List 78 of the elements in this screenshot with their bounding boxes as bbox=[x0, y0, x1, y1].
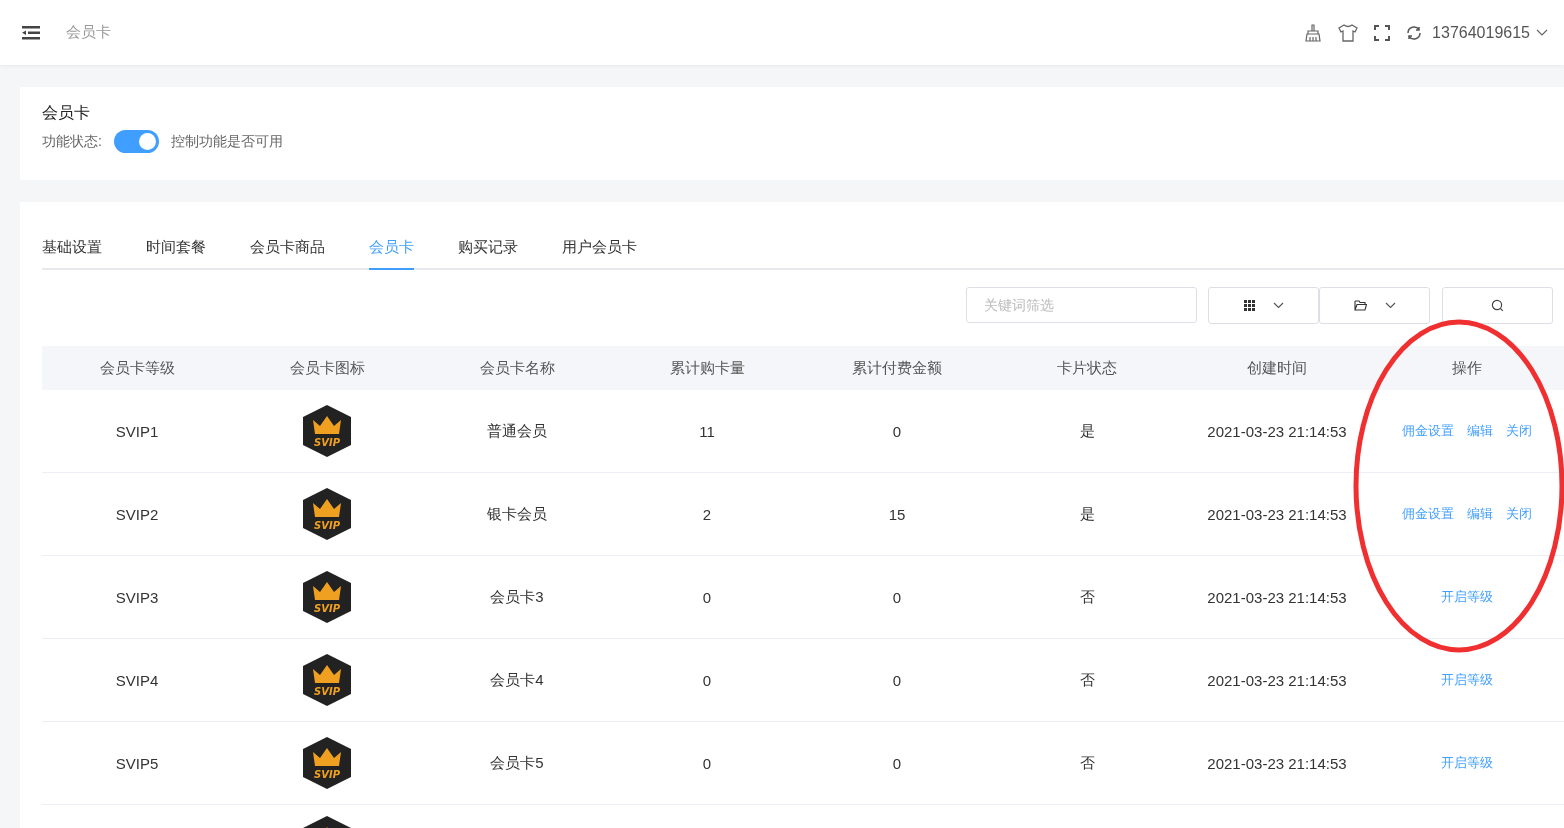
search-field[interactable]: 关键词筛选 bbox=[966, 287, 1197, 323]
table-cell: SVIP5 bbox=[115, 754, 159, 772]
column-header: 卡片状态 bbox=[1056, 358, 1118, 378]
refresh-icon[interactable] bbox=[1406, 24, 1423, 41]
svip-badge-icon: SVIP bbox=[301, 487, 353, 541]
column-header: 会员卡名称 bbox=[478, 358, 556, 378]
svip-badge-icon: SVIP bbox=[301, 570, 353, 624]
svip-badge-icon: SVIP bbox=[301, 736, 353, 790]
table-cell: 0 bbox=[892, 671, 902, 689]
column-header: 会员卡等级 bbox=[98, 358, 176, 378]
table-cell: SVIP4 bbox=[115, 671, 159, 689]
svip-badge-icon: SVIP bbox=[301, 653, 353, 707]
table-cell: 是 bbox=[1079, 421, 1095, 441]
column-header: 累计购卡量 bbox=[668, 358, 746, 378]
table-cell: 0 bbox=[892, 754, 902, 772]
table-cell: 2 bbox=[702, 505, 712, 523]
shirt-icon[interactable] bbox=[1338, 23, 1359, 42]
table-cell: SVIP2 bbox=[115, 505, 159, 523]
column-header: 创建时间 bbox=[1246, 358, 1308, 378]
toggle-switch[interactable] bbox=[113, 130, 159, 153]
grid-dropdown[interactable] bbox=[1208, 287, 1319, 324]
tab[interactable]: 时间套餐 bbox=[146, 238, 206, 270]
table-cell: SVIP3 bbox=[115, 588, 159, 606]
action-link[interactable]: 佣金设置 bbox=[1402, 505, 1454, 523]
table-cell: 11 bbox=[699, 422, 715, 440]
action-link[interactable]: 佣金设置 bbox=[1402, 422, 1454, 440]
table-cell: 15 bbox=[888, 505, 906, 523]
svip-badge-icon: SVIP bbox=[301, 404, 353, 458]
action-link[interactable]: 关闭 bbox=[1506, 422, 1532, 440]
chevron-down-icon[interactable] bbox=[1536, 28, 1548, 37]
table-cell: 0 bbox=[892, 422, 902, 440]
hint-text: 控制功能是否可用 bbox=[170, 132, 283, 151]
table-cell: 会员卡3 bbox=[490, 587, 544, 607]
fullscreen-icon[interactable] bbox=[1374, 24, 1391, 41]
search-button[interactable] bbox=[1442, 287, 1553, 324]
search-icon bbox=[1491, 299, 1504, 312]
grid-icon bbox=[1243, 300, 1255, 311]
column-header: 会员卡图标 bbox=[288, 358, 366, 378]
column-header: 操作 bbox=[1451, 358, 1483, 378]
table-cell: 0 bbox=[892, 588, 902, 606]
field-label: 功能状态: bbox=[42, 132, 102, 151]
table-cell: 2021-03-23 21:14:53 bbox=[1207, 588, 1347, 606]
action-link[interactable]: 开启等级 bbox=[1441, 671, 1493, 689]
column-header: 累计付费金额 bbox=[851, 358, 943, 378]
tab[interactable]: 会员卡 bbox=[369, 238, 414, 270]
action-link[interactable]: 编辑 bbox=[1467, 505, 1493, 523]
tab[interactable]: 基础设置 bbox=[42, 238, 102, 270]
table-cell: 2021-03-23 21:14:53 bbox=[1207, 671, 1347, 689]
action-link[interactable]: 关闭 bbox=[1506, 505, 1532, 523]
tab[interactable]: 用户会员卡 bbox=[562, 238, 637, 270]
table-cell: 否 bbox=[1079, 753, 1095, 773]
action-link[interactable]: 开启等级 bbox=[1441, 754, 1493, 772]
table-cell: 会员卡4 bbox=[490, 670, 544, 690]
table-cell: 会员卡5 bbox=[490, 753, 544, 773]
table-cell: 2021-03-23 21:14:53 bbox=[1207, 422, 1347, 440]
tab[interactable]: 会员卡商品 bbox=[250, 238, 325, 270]
chevron-down-icon bbox=[1272, 302, 1284, 309]
brush-icon[interactable] bbox=[1304, 23, 1323, 42]
table-cell: 否 bbox=[1079, 587, 1095, 607]
table-cell: SVIP1 bbox=[115, 422, 159, 440]
table-cell: 银卡会员 bbox=[487, 504, 547, 524]
account-menu[interactable]: 13764019615 bbox=[1432, 23, 1530, 42]
chevron-down-icon bbox=[1384, 302, 1396, 309]
table-cell: 是 bbox=[1079, 504, 1095, 524]
action-link[interactable]: 开启等级 bbox=[1441, 588, 1493, 606]
breadcrumb[interactable]: 会员卡 bbox=[66, 23, 111, 42]
menu-icon[interactable] bbox=[22, 25, 40, 40]
table-cell: 普通会员 bbox=[487, 421, 547, 441]
table-cell: 2021-03-23 21:14:53 bbox=[1207, 754, 1347, 772]
table-cell: 0 bbox=[702, 588, 712, 606]
folder-icon bbox=[1353, 300, 1367, 311]
action-link[interactable]: 编辑 bbox=[1467, 422, 1493, 440]
card-title: 会员卡 bbox=[42, 103, 91, 123]
tab[interactable]: 购买记录 bbox=[458, 238, 518, 270]
table-cell: 否 bbox=[1079, 670, 1095, 690]
table-cell: 2021-03-23 21:14:53 bbox=[1207, 505, 1347, 523]
table-cell: 0 bbox=[702, 754, 712, 772]
table-cell: 0 bbox=[702, 671, 712, 689]
